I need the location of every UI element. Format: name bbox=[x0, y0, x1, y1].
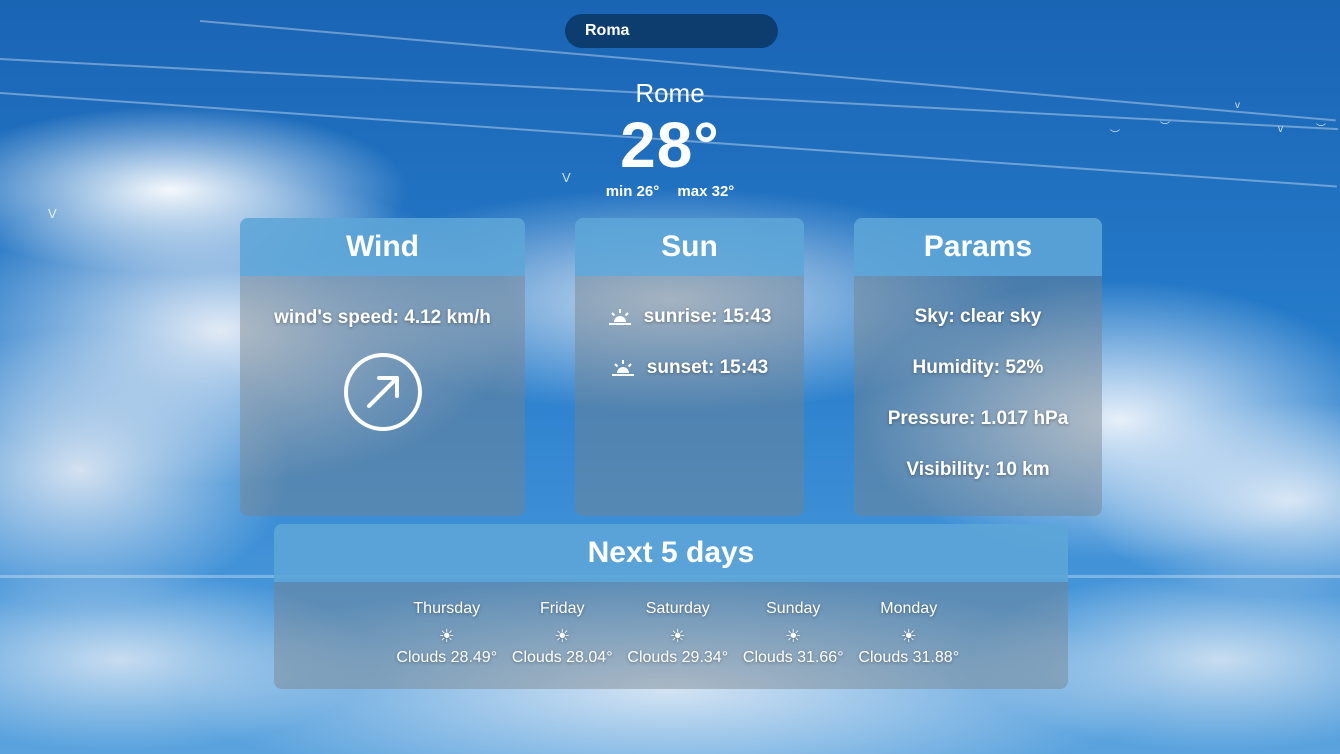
sun-icon: ☀ bbox=[669, 626, 686, 646]
visibility: Visibility: 10 km bbox=[906, 459, 1050, 480]
sunrise-time: sunrise: 15:43 bbox=[643, 306, 772, 327]
max-temperature: max 32° bbox=[677, 183, 735, 200]
current-temperature: 28° bbox=[620, 109, 720, 181]
bird-icon: V bbox=[48, 206, 57, 221]
forecast-day: Sunday ☀ Clouds 31.66° bbox=[736, 600, 852, 667]
forecast-card: Next 5 days Thursday ☀ Clouds 28.49° Fri… bbox=[274, 524, 1068, 689]
forecast-day-name: Monday bbox=[880, 600, 938, 617]
sunrise-row: sunrise: 15:43 bbox=[575, 306, 804, 328]
forecast-day-temp: Clouds 28.04° bbox=[511, 649, 613, 666]
humidity: Humidity: 52% bbox=[912, 357, 1044, 378]
city-name: Rome bbox=[635, 78, 705, 108]
pressure: Pressure: 1.017 hPa bbox=[887, 408, 1069, 429]
city-search-input[interactable] bbox=[583, 21, 760, 41]
sun-card-title: Sun bbox=[575, 218, 804, 276]
sun-icon: ☀ bbox=[554, 626, 571, 646]
wind-card-title: Wind bbox=[240, 218, 525, 276]
wind-card: Wind wind's speed: 4.12 km/h bbox=[240, 218, 525, 516]
sunrise-icon bbox=[608, 309, 631, 325]
forecast-day-name: Thursday bbox=[413, 600, 481, 617]
forecast-day: Thursday ☀ Clouds 28.49° bbox=[389, 600, 505, 667]
forecast-days: Thursday ☀ Clouds 28.49° Friday ☀ Clouds… bbox=[389, 600, 967, 667]
forecast-day-name: Friday bbox=[540, 600, 585, 617]
params-card-title: Params bbox=[854, 218, 1102, 276]
sun-icon: ☀ bbox=[438, 626, 455, 646]
forecast-day: Monday ☀ Clouds 31.88° bbox=[851, 600, 967, 667]
sunset-time: sunset: 15:43 bbox=[646, 357, 769, 378]
sun-icon: ☀ bbox=[785, 626, 802, 646]
sun-icon: ☀ bbox=[900, 626, 917, 646]
sunset-row: sunset: 15:43 bbox=[575, 357, 804, 379]
city-search-box[interactable] bbox=[565, 14, 778, 48]
sunset-icon bbox=[611, 360, 634, 376]
arrow-up-right-icon bbox=[344, 353, 422, 431]
forecast-day: Friday ☀ Clouds 28.04° bbox=[505, 600, 621, 667]
forecast-day-temp: Clouds 28.49° bbox=[396, 649, 498, 666]
sun-card: Sun sunrise: 15:43 sunset: 15:43 bbox=[575, 218, 804, 516]
forecast-day-name: Saturday bbox=[645, 600, 710, 617]
forecast-day-name: Sunday bbox=[766, 600, 821, 617]
wind-speed: wind's speed: 4.12 km/h bbox=[274, 307, 491, 328]
min-temperature: min 26° bbox=[605, 183, 660, 200]
sky-condition: Sky: clear sky bbox=[914, 306, 1042, 327]
forecast-day-temp: Clouds 29.34° bbox=[627, 649, 729, 666]
forecast-day-temp: Clouds 31.88° bbox=[858, 649, 960, 666]
min-max-temperature: min 26° max 32° bbox=[0, 183, 1340, 200]
forecast-card-title: Next 5 days bbox=[274, 524, 1068, 582]
forecast-day-temp: Clouds 31.66° bbox=[742, 649, 844, 666]
params-card: Params Sky: clear sky Humidity: 52% Pres… bbox=[854, 218, 1102, 516]
forecast-day: Saturday ☀ Clouds 29.34° bbox=[620, 600, 736, 667]
